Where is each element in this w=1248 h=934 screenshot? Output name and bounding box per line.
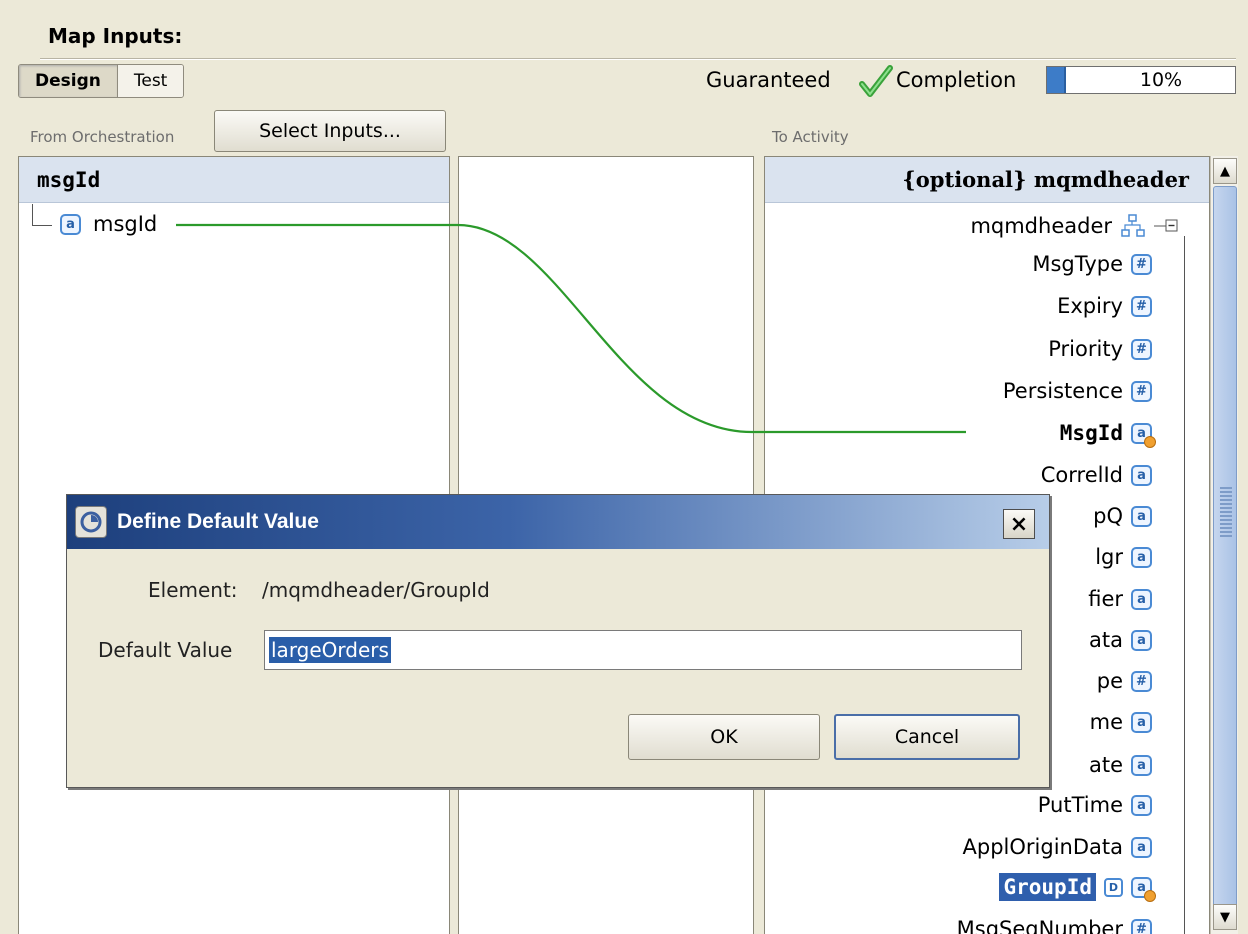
target-item-label: MsgSeqNumber: [956, 917, 1123, 934]
attribute-icon: a: [1131, 505, 1152, 527]
source-item-msgid[interactable]: a msgId: [60, 212, 157, 236]
dialog-title: Define Default Value: [117, 510, 319, 533]
target-item-puttype[interactable]: pe #: [1097, 662, 1152, 700]
target-item-label: ata: [1089, 628, 1123, 652]
mapped-attribute-icon: a: [1131, 422, 1156, 448]
scroll-thumb[interactable]: [1213, 186, 1237, 924]
checkmark-icon: [859, 65, 893, 97]
target-item-label: CorrelId: [1040, 463, 1123, 487]
default-value-icon: D: [1104, 877, 1123, 897]
target-item-useridentifier[interactable]: fier a: [1088, 580, 1152, 618]
target-item-puttime[interactable]: PutTime a: [1038, 786, 1152, 824]
target-item-label-selected: GroupId: [999, 873, 1096, 901]
completion-progress: 10%: [1046, 66, 1236, 94]
target-item-label: PutTime: [1037, 793, 1123, 817]
target-item-putdate[interactable]: ate a: [1089, 746, 1152, 784]
map-inputs-window: Map Inputs: Design Test Guaranteed Compl…: [0, 0, 1248, 934]
tree-vertical-line: [1184, 236, 1185, 934]
source-item-label: msgId: [93, 212, 158, 236]
number-icon: #: [1131, 295, 1152, 317]
attribute-icon: a: [60, 213, 81, 235]
cancel-button[interactable]: Cancel: [834, 714, 1020, 760]
mapped-attribute-icon: a: [1131, 876, 1156, 902]
target-item-msgtype[interactable]: MsgType #: [1032, 245, 1152, 283]
vertical-scrollbar[interactable]: ▲ ▼: [1210, 156, 1238, 934]
tab-design[interactable]: Design: [19, 65, 118, 97]
target-item-groupid[interactable]: GroupId D a: [999, 868, 1156, 906]
target-item-label: mqmdheader: [970, 214, 1112, 238]
target-item-msgseqnumber[interactable]: MsgSeqNumber #: [957, 910, 1152, 934]
mode-tabs: Design Test: [18, 64, 185, 98]
target-item-label: pQ: [1093, 504, 1123, 528]
number-icon: #: [1131, 380, 1152, 402]
default-value-label: Default Value: [98, 638, 233, 662]
guaranteed-label: Guaranteed: [706, 68, 831, 92]
attribute-icon: a: [1131, 794, 1152, 816]
number-icon: #: [1131, 338, 1152, 360]
target-item-label: ApplOriginData: [962, 835, 1123, 859]
number-icon: #: [1131, 918, 1152, 934]
default-value-text: largeOrders: [269, 637, 391, 663]
source-header: msgId: [19, 157, 449, 203]
select-inputs-button[interactable]: Select Inputs...: [214, 110, 446, 152]
dialog-titlebar[interactable]: Define Default Value ×: [67, 495, 1049, 549]
number-icon: #: [1131, 670, 1152, 692]
page-title: Map Inputs:: [48, 24, 183, 48]
to-activity-label: To Activity: [772, 128, 849, 146]
attribute-icon: a: [1131, 711, 1152, 733]
attribute-icon: a: [1131, 464, 1152, 486]
target-item-label: MsgType: [1032, 252, 1123, 276]
target-item-label: Persistence: [1002, 379, 1123, 403]
target-item-label: Expiry: [1057, 294, 1123, 318]
target-item-label: fier: [1088, 587, 1123, 611]
app-icon: [80, 511, 102, 533]
scroll-grip: [1220, 487, 1232, 537]
element-path: /mqmdheader/GroupId: [262, 578, 490, 602]
ok-button[interactable]: OK: [628, 714, 820, 760]
target-item-putappname[interactable]: me a: [1090, 703, 1152, 741]
target-item-label: MsgId: [1059, 421, 1123, 445]
target-item-expiry[interactable]: Expiry #: [1057, 287, 1152, 325]
attribute-icon: a: [1131, 754, 1152, 776]
tab-test[interactable]: Test: [117, 65, 184, 97]
number-icon: #: [1131, 253, 1152, 275]
close-icon[interactable]: ×: [1003, 509, 1035, 539]
target-item-applorigindata[interactable]: ApplOriginData a: [963, 828, 1152, 866]
scroll-up-button[interactable]: ▲: [1213, 158, 1237, 184]
target-header: {optional} mqmdheader: [765, 157, 1209, 203]
title-divider: [40, 58, 1236, 60]
target-item-mqmdheader[interactable]: mqmdheader: [970, 207, 1184, 245]
collapse-icon[interactable]: [1154, 218, 1184, 234]
target-item-label: me: [1089, 710, 1123, 734]
attribute-icon: a: [1131, 836, 1152, 858]
element-label: Element:: [148, 578, 238, 602]
target-item-label: Priority: [1048, 337, 1123, 361]
target-item-persistence[interactable]: Persistence #: [1003, 372, 1152, 410]
target-item-label: lgr: [1095, 545, 1123, 569]
hierarchy-icon: [1121, 214, 1145, 237]
attribute-icon: a: [1131, 588, 1152, 610]
target-item-msgid[interactable]: MsgId a: [1059, 414, 1156, 452]
target-item-label: pe: [1096, 669, 1123, 693]
progress-text: 10%: [1139, 69, 1183, 91]
attribute-icon: a: [1131, 546, 1152, 568]
target-item-replytoqmgr[interactable]: lgr a: [1095, 538, 1152, 576]
target-item-accountingdata[interactable]: ata a: [1089, 621, 1152, 659]
completion-label: Completion: [896, 68, 1017, 92]
default-value-field[interactable]: largeOrders: [264, 630, 1022, 670]
from-orchestration-label: From Orchestration: [30, 128, 175, 146]
target-item-label: ate: [1088, 753, 1123, 777]
target-item-priority[interactable]: Priority #: [1048, 330, 1152, 368]
tree-connector: [32, 204, 52, 226]
target-item-correlid[interactable]: CorrelId a: [1041, 456, 1152, 494]
scroll-down-button[interactable]: ▼: [1213, 904, 1237, 930]
target-item-replytoq[interactable]: pQ a: [1093, 497, 1152, 535]
attribute-icon: a: [1131, 629, 1152, 651]
dialog-app-icon: [75, 506, 107, 538]
